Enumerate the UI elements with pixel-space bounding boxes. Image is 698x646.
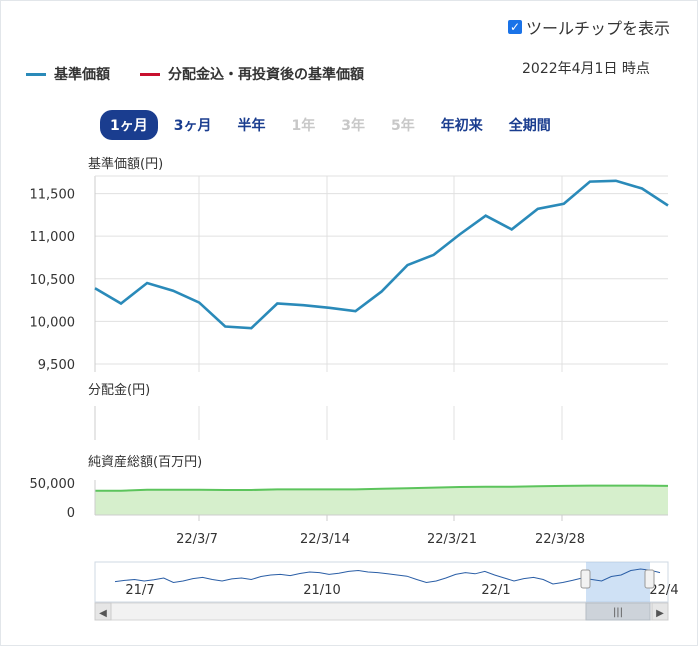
- dividend-axis-title: 分配金(円): [88, 382, 150, 398]
- navigator-tick-label: 22/1: [481, 583, 510, 598]
- x-tick-label: 22/3/14: [300, 532, 350, 547]
- x-tick-label: 22/3/21: [427, 532, 477, 547]
- assets-axis-title: 純資産総額(百万円): [88, 454, 202, 470]
- scrollbar-grip-icon: |||: [613, 607, 623, 618]
- price-axis-title: 基準価額(円): [88, 156, 163, 172]
- assets-y-tick: 50,000: [30, 477, 76, 492]
- price-y-tick: 11,000: [30, 230, 76, 245]
- x-tick-label: 22/3/7: [176, 532, 218, 547]
- navigator-tick-label: 21/7: [125, 583, 154, 598]
- chevron-right-icon: ▶: [656, 608, 664, 619]
- x-tick-label: 22/3/28: [535, 532, 585, 547]
- navigator-right-handle[interactable]: [644, 569, 655, 589]
- price-y-tick: 9,500: [38, 358, 75, 373]
- chart-canvas: 基準価額(円) 11,500 11,000 10,500 10,000 9,500 分配金(…: [30, 156, 679, 621]
- navigator-tick-label: 21/10: [303, 583, 340, 598]
- price-y-tick: 10,500: [30, 273, 76, 288]
- price-plot-area: [95, 176, 668, 372]
- scrollbar-track: [94, 602, 669, 621]
- chevron-left-icon: ◀: [99, 608, 107, 619]
- price-y-tick: 10,000: [30, 315, 76, 330]
- navigator-selection: [586, 562, 650, 602]
- navigator-left-handle[interactable]: [580, 569, 591, 589]
- price-y-tick: 11,500: [30, 188, 76, 203]
- assets-y-tick: 0: [67, 506, 75, 521]
